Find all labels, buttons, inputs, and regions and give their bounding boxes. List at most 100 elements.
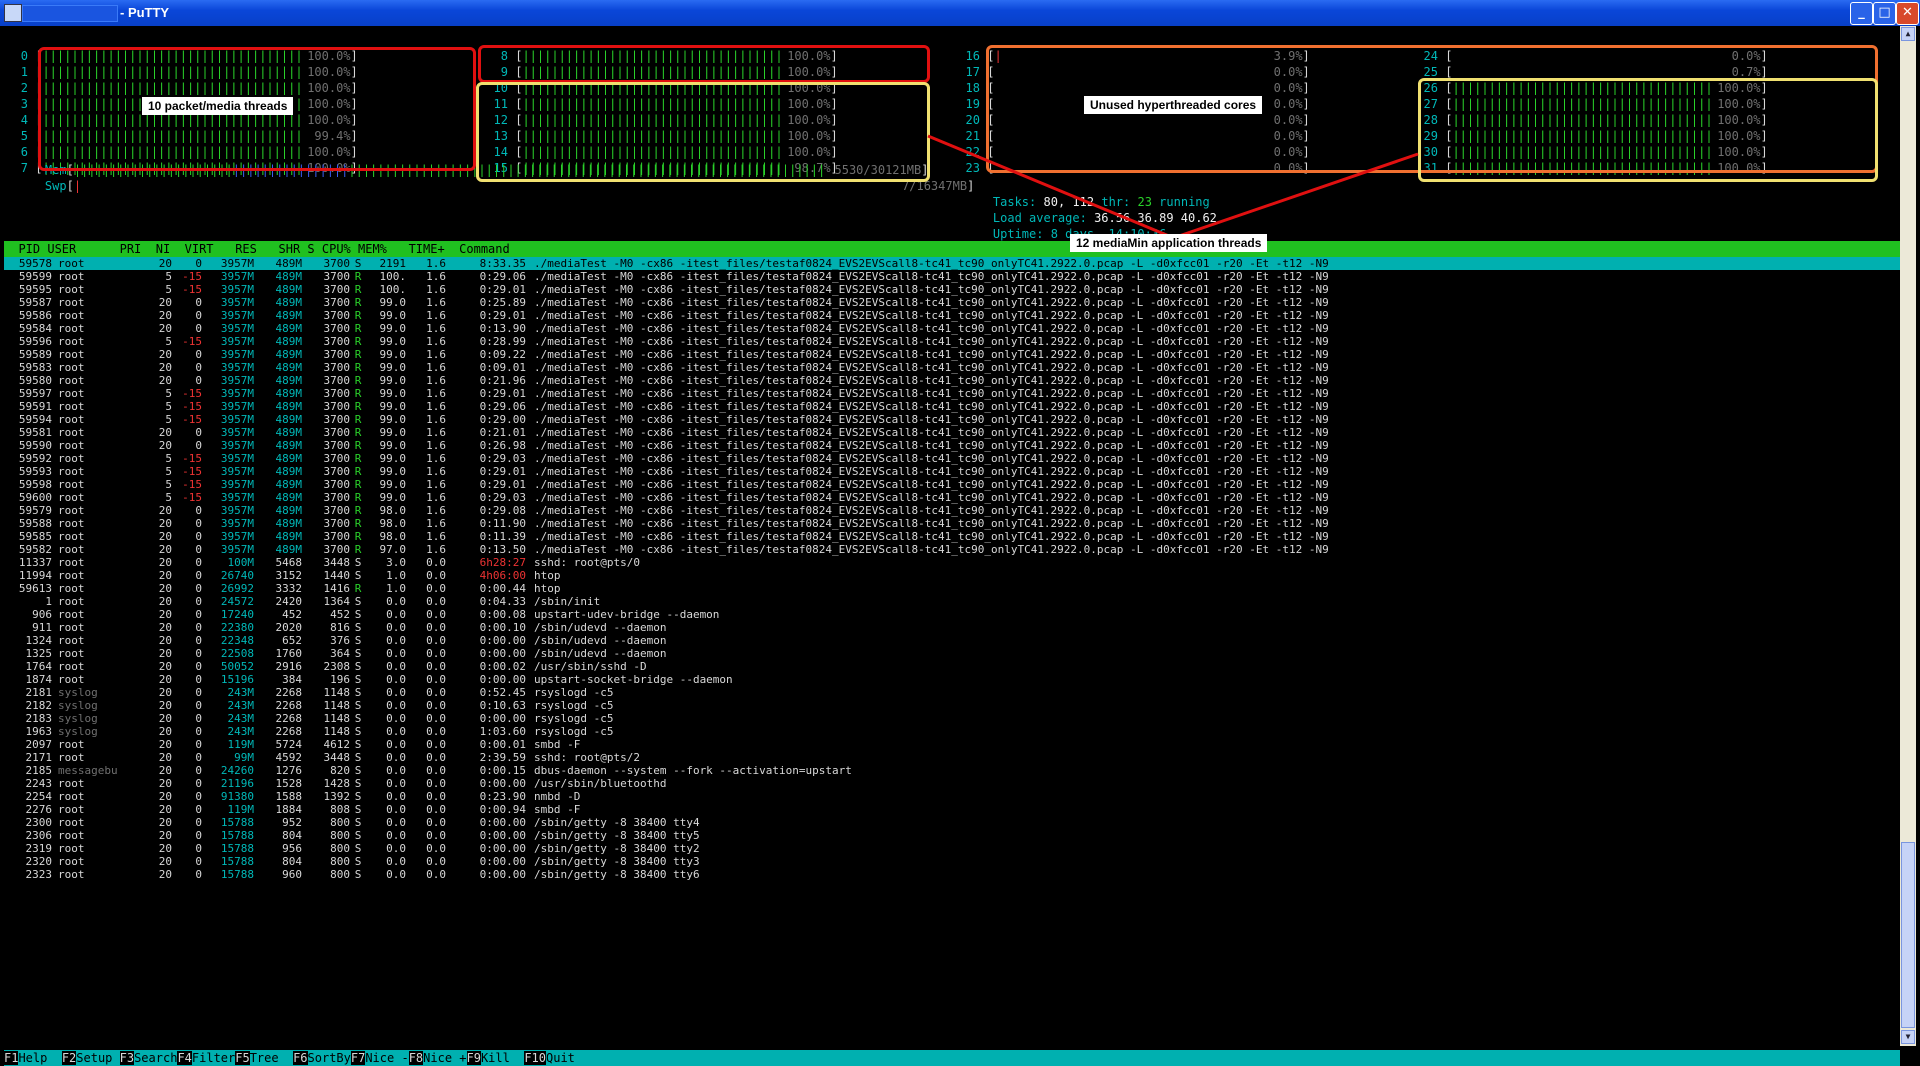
fkey-f2[interactable]: F2 <box>61 1051 77 1065</box>
fkey-label[interactable]: Kill <box>481 1051 524 1065</box>
table-row[interactable]: 2323 root 20 0 15788 960 800 S 0.0 0.0 0:00.00/sbi… <box>4 868 1900 881</box>
table-row[interactable]: 1324 root 20 0 22348 652 376 S 0.0 0.0 0:00.00/sbi… <box>4 634 1900 647</box>
pid-cell: 2319 <box>25 842 53 855</box>
state-cell: R <box>354 296 362 309</box>
table-row[interactable]: 59594 root 5 -15 3957M 489M 3700 R 99.0 1.6 0:29.0… <box>4 413 1900 426</box>
table-row[interactable]: 2171 root 20 0 99M 4592 3448 S 0.0 0.0 2:39.59 sshd… <box>4 751 1900 764</box>
table-row[interactable]: 59589 root 20 0 3957M 489M 3700 R 99.0 1.6 0:09.22… <box>4 348 1900 361</box>
pid-cell: 59588 <box>18 517 52 530</box>
table-row[interactable]: 911 root 20 0 22380 2020 816 S 0.0 0.0 0:00.10/sbi… <box>4 621 1900 634</box>
table-row[interactable]: 59613 root 20 0 26992 3332 1416 R 1.0 0.0 0:00.44 h… <box>4 582 1900 595</box>
table-row[interactable]: 1874 root 20 0 15196 384 196 S 0.0 0.0 0:00.00 upst… <box>4 673 1900 686</box>
table-row[interactable]: 59599 root 5 -15 3957M 489M 3700 R 100. 1.6 0:29.0… <box>4 270 1900 283</box>
table-row[interactable]: 2320 root 20 0 15788 804 800 S 0.0 0.0 0:00.00/sbi… <box>4 855 1900 868</box>
table-row[interactable]: 2185 messagebu 20 0 24260 1276 820 S 0.0 0.0 0:00.… <box>4 764 1900 777</box>
cpu-percent-cell: 99.0 <box>379 439 407 452</box>
cpu-percent-cell: 0.0 <box>386 634 406 647</box>
nice-cell: 0 <box>195 543 202 556</box>
terminal-area[interactable]: 0 [|||||||||||||||||||||||||||||||||||| 1… <box>4 26 1900 1066</box>
table-row[interactable]: 2097 root 20 0 119M 5724 4612 S 0.0 0.0 0:00.01 smb… <box>4 738 1900 751</box>
close-button[interactable]: ✕ <box>1896 2 1919 25</box>
fkey-f5[interactable]: F5 <box>235 1051 250 1065</box>
fkey-f10[interactable]: F10 <box>524 1051 546 1065</box>
table-row[interactable]: 2243 root 20 0 21196 1528 1428 S 0.0 0.0 0:00.00/u… <box>4 777 1900 790</box>
putty-app-icon[interactable] <box>4 4 22 22</box>
table-row[interactable]: 59581 root 20 0 3957M 489M 3700 R 99.0 1.6 0:21.01… <box>4 426 1900 439</box>
table-row[interactable]: 2306 root 20 0 15788 804 800 S 0.0 0.0 0:00.00/sbi… <box>4 829 1900 842</box>
table-row[interactable]: 59583 root 20 0 3957M 489M 3700 R 99.0 1.6 0:09.01… <box>4 361 1900 374</box>
fkey-label[interactable]: Quit <box>546 1051 589 1065</box>
scrollbar-thumb[interactable] <box>1901 842 1915 1028</box>
table-row[interactable]: 59590 root 20 0 3957M 489M 3700 R 99.0 1.6 0:26.98… <box>4 439 1900 452</box>
fkey-label[interactable]: Search <box>134 1051 177 1065</box>
table-row[interactable]: 59592 root 5 -15 3957M 489M 3700 R 99.0 1.6 0:29.0… <box>4 452 1900 465</box>
mem-percent-cell: 0.0 <box>426 673 446 686</box>
fkey-f9[interactable]: F9 <box>466 1051 481 1065</box>
table-row[interactable]: 59593 root 5 -15 3957M 489M 3700 R 99.0 1.6 0:29.0… <box>4 465 1900 478</box>
table-row[interactable]: 2254 root 20 0 91380 1588 1392 S 0.0 0.0 0:23.90 nm… <box>4 790 1900 803</box>
table-row[interactable]: 2181 syslog 20 0 243M 2268 1148 S 0.0 0.0 0:52.45 r… <box>4 686 1900 699</box>
fkey-label[interactable]: Nice - <box>365 1051 408 1065</box>
table-row[interactable]: 59595 root 5 -15 3957M 489M 3700 R 100. 1.6 0:29.0… <box>4 283 1900 296</box>
table-row[interactable]: 59587 root 20 0 3957M 489M 3700 R 99.0 1.6 0:25.89… <box>4 296 1900 309</box>
command-cell: /sbin/udevd --daemon <box>534 621 667 634</box>
state-cell: S <box>354 803 362 816</box>
table-row[interactable]: 59579 root 20 0 3957M 489M 3700 R 98.0 1.6 0:29.08… <box>4 504 1900 517</box>
table-row[interactable]: 59598 root 5 -15 3957M 489M 3700 R 99.0 1.6 0:29.0… <box>4 478 1900 491</box>
table-row[interactable]: 59600 root 5 -15 3957M 489M 3700 R 99.0 1.6 0:29.0… <box>4 491 1900 504</box>
priority-cell: 20 <box>158 608 172 621</box>
table-row[interactable]: 2183 syslog 20 0 243M 2268 1148 S 0.0 0.0 0:00.00 r… <box>4 712 1900 725</box>
res-cell: 489M <box>275 335 303 348</box>
fkey-f8[interactable]: F8 <box>408 1051 424 1065</box>
scroll-up-arrow-icon[interactable]: ▲ <box>1901 27 1915 41</box>
fkey-f7[interactable]: F7 <box>350 1051 366 1065</box>
table-row[interactable]: 59585 root 20 0 3957M 489M 3700 R 98.0 1.6 0:11.39… <box>4 530 1900 543</box>
table-row[interactable]: 1325 root 20 0 22508 1760 364 S 0.0 0.0 0:00.00/sb… <box>4 647 1900 660</box>
res-cell: 2268 <box>275 699 303 712</box>
table-row[interactable]: 11337 root 20 0 100M 5468 3448 S 3.0 0.0 6h28:27 ss… <box>4 556 1900 569</box>
table-row[interactable]: 2182 syslog 20 0 243M 2268 1148 S 0.0 0.0 0:10.63 r… <box>4 699 1900 712</box>
table-row[interactable]: 59582 root 20 0 3957M 489M 3700 R 97.0 1.6 0:13.50… <box>4 543 1900 556</box>
cpu-percent-cell: 99.0 <box>379 478 407 491</box>
table-row[interactable]: 59584 root 20 0 3957M 489M 3700 R 99.0 1.6 0:13.90… <box>4 322 1900 335</box>
table-row[interactable]: 59580 root 20 0 3957M 489M 3700 R 99.0 1.6 0:21.96… <box>4 374 1900 387</box>
cpu-percent-cell: 0.0 <box>386 595 406 608</box>
user-cell: root <box>58 855 85 868</box>
virt-cell: 243M <box>227 725 255 738</box>
table-row[interactable]: 11994 root 20 0 26740 3152 1440 S 1.0 0.0 4h06:00 h… <box>4 569 1900 582</box>
table-row[interactable]: 2319 root 20 0 15788 956 800 S 0.0 0.0 0:00.00/sbi… <box>4 842 1900 855</box>
state-cell: S <box>354 595 362 608</box>
table-row[interactable]: 59596 root 5 -15 3957M 489M 3700 R 99.0 1.6 0:28.9… <box>4 335 1900 348</box>
fkey-f6[interactable]: F6 <box>293 1051 308 1065</box>
res-cell: 4592 <box>275 751 303 764</box>
table-row[interactable]: 59588 root 20 0 3957M 489M 3700 R 98.0 1.6 0:11.90… <box>4 517 1900 530</box>
table-row[interactable]: 1764 root 20 0 50052 2916 2308 S 0.0 0.0 0:00.02/u… <box>4 660 1900 673</box>
table-row[interactable]: 2276 root 20 0 119M 1884 808 S 0.0 0.0 0:00.94 smbd… <box>4 803 1900 816</box>
fkey-label[interactable]: Filter <box>192 1051 235 1065</box>
fkey-label[interactable]: Help <box>18 1051 61 1065</box>
table-row[interactable]: 59586 root 20 0 3957M 489M 3700 R 99.0 1.6 0:29.01… <box>4 309 1900 322</box>
command-cell: ./mediaTest -M0 -cx86 -itest_files/testa… <box>534 543 1329 556</box>
fkey-label[interactable]: Nice + <box>423 1051 466 1065</box>
nice-cell: -15 <box>182 387 202 400</box>
table-row[interactable]: 906 root 20 0 17240 452 452 S 0.0 0.0 0:00.08 upsta… <box>4 608 1900 621</box>
pid-cell: 2185 <box>25 764 53 777</box>
table-row[interactable]: 59597 root 5 -15 3957M 489M 3700 R 99.0 1.6 0:29.0… <box>4 387 1900 400</box>
table-row[interactable]: 1963 syslog 20 0 243M 2268 1148 S 0.0 0.0 1:03.60 r… <box>4 725 1900 738</box>
fkey-label[interactable]: Tree <box>250 1051 293 1065</box>
table-row[interactable]: 2300 root 20 0 15788 952 800 S 0.0 0.0 0:00.00/sbi… <box>4 816 1900 829</box>
process-table-header[interactable]: PID USER PRI NI VIRT RES SHR S CPU% MEM%… <box>4 241 1900 257</box>
table-row[interactable]: 1 root 20 0 24572 2420 1364 S 0.0 0.0 0:04.33/sbin… <box>4 595 1900 608</box>
maximize-button[interactable]: □ <box>1873 2 1896 25</box>
fkey-label[interactable]: SortBy <box>308 1051 351 1065</box>
table-row[interactable]: 59591 root 5 -15 3957M 489M 3700 R 99.0 1.6 0:29.0… <box>4 400 1900 413</box>
scroll-down-arrow-icon[interactable]: ▼ <box>1901 1030 1915 1044</box>
fkey-f4[interactable]: F4 <box>177 1051 192 1065</box>
minimize-button[interactable]: _ <box>1850 2 1873 25</box>
cpu-percent-cell: 99.0 <box>379 452 407 465</box>
fkey-label[interactable]: Setup <box>76 1051 119 1065</box>
fkey-f1[interactable]: F1 <box>4 1051 19 1065</box>
vertical-scrollbar[interactable]: ▲ ▼ <box>1900 26 1916 1046</box>
fkey-f3[interactable]: F3 <box>119 1051 135 1065</box>
table-row-selected[interactable]: 59578 root 20 0 3957M 489M 3700 S 2191 1.6 8:33.35… <box>4 257 1900 270</box>
